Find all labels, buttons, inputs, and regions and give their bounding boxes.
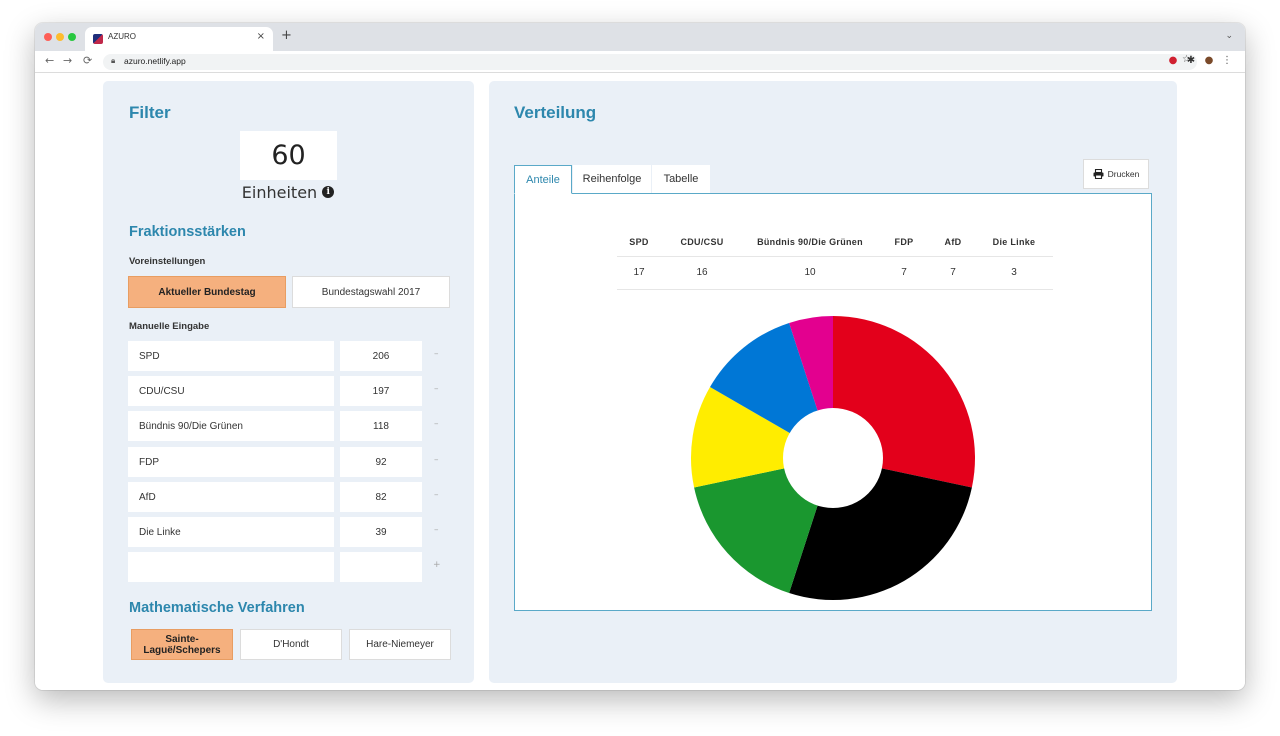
table-divider <box>617 256 1053 257</box>
remove-row-button[interactable]: – <box>434 384 439 394</box>
table-header: CDU/CSU <box>680 237 724 247</box>
tab-title: AZURO <box>108 32 136 41</box>
party-seats-field[interactable]: 92 <box>340 447 422 477</box>
fraktion-title: Fraktionsstärken <box>129 224 246 240</box>
reload-icon[interactable]: ⟳ <box>83 54 92 67</box>
lock-icon: 🔒︎ <box>111 56 116 65</box>
party-seats-field[interactable]: 118 <box>340 411 422 441</box>
party-name-field[interactable]: Die Linke <box>128 517 334 547</box>
table-cell: 16 <box>696 267 708 278</box>
browser-toolbar: ← → ⟳ 🔒︎ azuro.netlify.app ☆ ● ✱ ● ⋮ <box>35 51 1245 73</box>
new-tab-button[interactable]: + <box>281 29 292 43</box>
table-header: FDP <box>894 237 914 247</box>
distribution-title: Verteilung <box>514 103 597 122</box>
tab-strip: AZURO × + ⌄ <box>35 23 1245 51</box>
back-arrow-icon[interactable]: ← <box>45 54 54 67</box>
table-header: AfD <box>944 237 962 247</box>
filter-title: Filter <box>129 103 171 122</box>
party-name-field[interactable]: Bündnis 90/Die Grünen <box>128 411 334 441</box>
method-dhondt-button[interactable]: D'Hondt <box>240 629 342 660</box>
remove-row-button[interactable]: – <box>434 490 439 500</box>
methods-title: Mathematische Verfahren <box>129 600 305 616</box>
units-input[interactable]: 60 <box>240 131 337 180</box>
party-seats-field[interactable]: 82 <box>340 482 422 512</box>
chart-tab-content: SPD CDU/CSU Bündnis 90/Die Grünen FDP Af… <box>514 193 1152 611</box>
address-bar[interactable]: 🔒︎ azuro.netlify.app ☆ <box>103 54 1197 70</box>
remove-row-button[interactable]: – <box>434 419 439 429</box>
units-label-row: Einheiten i <box>213 182 363 202</box>
forward-arrow-icon[interactable]: → <box>63 54 72 67</box>
method-sainte-lague-button[interactable]: Sainte-Laguë/Schepers <box>131 629 233 660</box>
browser-window: AZURO × + ⌄ ← → ⟳ 🔒︎ azuro.netlify.app ☆… <box>35 23 1245 690</box>
printer-icon <box>1093 169 1104 179</box>
party-seats-field[interactable]: 39 <box>340 517 422 547</box>
remove-row-button[interactable]: – <box>434 525 439 535</box>
tab-reihenfolge[interactable]: Reihenfolge <box>573 165 651 193</box>
preset-bundestagswahl-2017-button[interactable]: Bundestagswahl 2017 <box>292 276 450 308</box>
distribution-donut-chart <box>691 316 975 600</box>
table-cell: 17 <box>633 267 645 278</box>
table-cell: 7 <box>901 267 907 278</box>
party-name-field[interactable]: SPD <box>128 341 334 371</box>
browser-tab[interactable]: AZURO × <box>85 27 273 51</box>
tab-tabelle[interactable]: Tabelle <box>652 165 710 193</box>
party-name-field[interactable]: FDP <box>128 447 334 477</box>
method-hare-niemeyer-button[interactable]: Hare-Niemeyer <box>349 629 451 660</box>
profile-avatar-icon[interactable]: ● <box>1203 55 1215 67</box>
add-row-button[interactable]: + <box>433 560 441 570</box>
party-seats-field[interactable]: 197 <box>340 376 422 406</box>
table-cell: 10 <box>804 267 816 278</box>
tab-anteile[interactable]: Anteile <box>514 165 572 194</box>
new-party-name-field[interactable] <box>128 552 334 582</box>
info-icon[interactable]: i <box>322 186 335 198</box>
party-name-field[interactable]: AfD <box>128 482 334 512</box>
donut-hole <box>783 408 883 508</box>
new-party-seats-field[interactable] <box>340 552 422 582</box>
tab-close-icon[interactable]: × <box>257 31 265 42</box>
filter-panel: Filter 60 Einheiten i Fraktionsstärken V… <box>103 81 474 683</box>
table-divider <box>617 289 1053 290</box>
tab-search-chevron-icon[interactable]: ⌄ <box>1225 31 1233 41</box>
units-value: 60 <box>271 140 306 171</box>
azuro-favicon-icon <box>93 34 103 44</box>
page-content: Filter 60 Einheiten i Fraktionsstärken V… <box>35 74 1245 690</box>
table-header: Bündnis 90/Die Grünen <box>757 237 863 247</box>
url-text: azuro.netlify.app <box>124 56 186 66</box>
preset-aktueller-bundestag-button[interactable]: Aktueller Bundestag <box>128 276 286 308</box>
units-label: Einheiten <box>241 182 318 202</box>
browser-menu-icon[interactable]: ⋮ <box>1221 55 1233 67</box>
print-label: Drucken <box>1107 169 1140 179</box>
extension-red-icon[interactable]: ● <box>1167 55 1179 67</box>
manual-input-label: Manuelle Eingabe <box>129 321 210 332</box>
table-header: SPD <box>629 237 649 247</box>
table-header: Die Linke <box>992 237 1036 247</box>
print-button[interactable]: Drucken <box>1083 159 1149 189</box>
extensions-puzzle-icon[interactable]: ✱ <box>1185 55 1197 67</box>
distribution-panel: Verteilung Anteile Reihenfolge Tabelle D… <box>489 81 1177 683</box>
remove-row-button[interactable]: – <box>434 349 439 359</box>
party-seats-field[interactable]: 206 <box>340 341 422 371</box>
remove-row-button[interactable]: – <box>434 455 439 465</box>
table-cell: 7 <box>950 267 956 278</box>
table-cell: 3 <box>1011 267 1017 278</box>
zoom-window-button[interactable] <box>68 33 76 41</box>
close-window-button[interactable] <box>44 33 52 41</box>
presets-label: Voreinstellungen <box>129 256 206 267</box>
minimize-window-button[interactable] <box>56 33 64 41</box>
party-name-field[interactable]: CDU/CSU <box>128 376 334 406</box>
